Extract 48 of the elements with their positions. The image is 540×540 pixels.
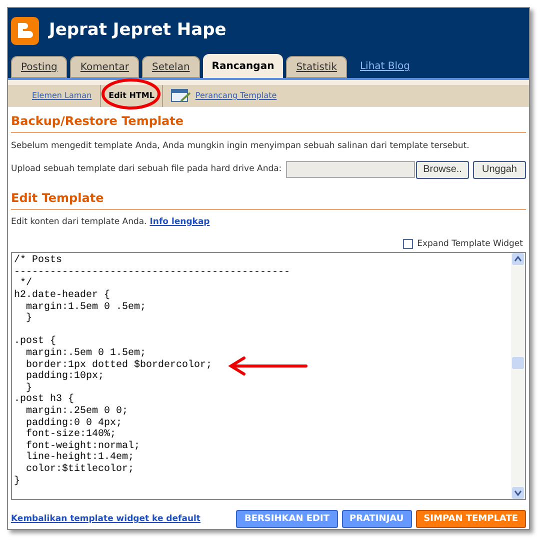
nav-tab[interactable]: Posting — [11, 56, 68, 78]
info-link[interactable]: Info lengkap — [150, 216, 210, 228]
nav-tab[interactable]: Komentar — [70, 56, 139, 78]
code-line: } — [14, 476, 20, 488]
sub-tab[interactable]: Perancang Template — [195, 90, 277, 102]
code-line: */ — [19, 278, 32, 290]
code-line: } — [25, 382, 32, 394]
code-line: margin:1.5em 0 .5em; — [25, 302, 146, 313]
code-line: margin:.25em 0 0; — [25, 406, 128, 418]
code-line: h2.date-header { — [14, 290, 110, 302]
code-line: .post h3 { — [14, 394, 74, 406]
code-line: font-size:140%; — [25, 429, 116, 440]
checkbox-label: Expand Template Widget — [417, 238, 523, 250]
code-line: color:$titlecolor; — [25, 464, 134, 476]
template-designer-icon — [171, 89, 192, 103]
section-heading: Backup/Restore Template — [11, 112, 526, 133]
code-line: line-height:1.4em; — [25, 452, 134, 464]
reset-widgets-link[interactable]: Kembalikan template widget ke default — [11, 512, 200, 526]
code-line: font-weight:normal; — [25, 440, 140, 452]
blogger-logo-icon — [11, 17, 39, 45]
scroll-down-icon[interactable] — [512, 487, 524, 500]
edit-description: Edit konten dari template Anda. — [11, 216, 147, 228]
code-line: /* Posts — [14, 255, 62, 267]
browse-button[interactable]: Browse.. — [416, 160, 469, 179]
code-editor[interactable] — [11, 252, 526, 500]
code-line: } — [25, 313, 32, 325]
upload-button[interactable]: Unggah — [472, 160, 526, 179]
view-blog-link[interactable]: Lihat Blog — [360, 59, 410, 74]
scrollbar[interactable] — [511, 253, 525, 500]
code-line: ---------------------------------------------- — [14, 266, 290, 278]
code-line: margin:.5em 0 1.5em; — [25, 348, 146, 360]
code-line: border:1px dotted $bordercolor; — [25, 360, 212, 371]
upload-label: Upload sebuah template dari sebuah file pada hard drive Anda: — [11, 163, 282, 176]
section-heading: Edit Template — [11, 188, 526, 210]
scroll-thumb[interactable] — [512, 357, 524, 370]
nav-tab[interactable]: Rancangan — [202, 54, 284, 78]
circle-annotation — [100, 78, 162, 110]
blog-title: Jeprat Jepret Hape — [49, 19, 226, 42]
nav-tab[interactable]: Statistik — [286, 56, 347, 78]
checkbox[interactable] — [403, 238, 414, 249]
code-line: .post { — [14, 336, 56, 348]
file-field[interactable] — [286, 161, 416, 178]
nav-tab[interactable]: Setelan — [142, 56, 200, 78]
code-line: padding:0 0 4px; — [25, 418, 122, 429]
scroll-up-icon[interactable] — [512, 253, 524, 266]
code-line: padding:10px; — [25, 371, 104, 382]
sub-tab[interactable]: Elemen Laman — [32, 90, 92, 102]
backup-description: Sebelum mengedit template Anda, Anda mungkin ingin menyimpan sebuah salinan dari template tersebut. — [11, 140, 470, 153]
